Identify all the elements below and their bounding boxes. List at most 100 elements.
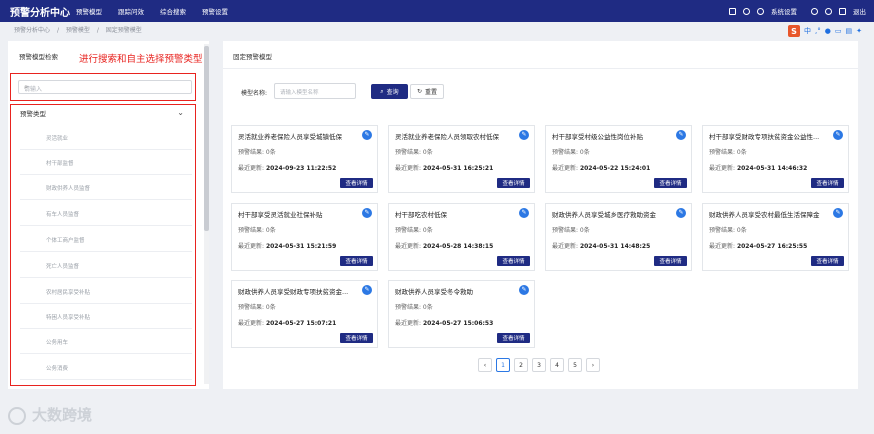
edit-icon[interactable]: ✎ xyxy=(519,285,529,295)
page-button-3[interactable]: 3 xyxy=(532,358,546,372)
sogou-icon[interactable]: S xyxy=(788,25,801,37)
card-updated-time: 2024-05-22 15:24:01 xyxy=(579,165,651,172)
model-name-label: 模型名称: xyxy=(241,90,268,97)
card-result: 预警结果: 0条 xyxy=(709,149,747,156)
lang-zh-icon[interactable]: 中 xyxy=(804,26,811,36)
page-button-5[interactable]: 5 xyxy=(568,358,582,372)
card-updated: 最近更新: 2024-05-31 15:21:59 xyxy=(238,241,336,250)
logout-icon[interactable] xyxy=(839,7,846,15)
tree-item[interactable]: 财政供养人员监督 xyxy=(20,178,192,200)
app-title: 预警分析中心 xyxy=(10,7,70,19)
skin-icon[interactable]: ▤ xyxy=(846,27,853,35)
edit-icon[interactable]: ✎ xyxy=(676,130,686,140)
view-detail-button[interactable]: 查看详情 xyxy=(497,256,530,266)
card-updated: 最近更新: 2024-05-27 16:25:55 xyxy=(709,241,807,250)
nav-item-warning-model[interactable]: 预警模型 xyxy=(76,6,102,16)
view-detail-button[interactable]: 查看详情 xyxy=(811,256,844,266)
view-detail-button[interactable]: 查看详情 xyxy=(497,178,530,188)
screen-icon[interactable] xyxy=(729,7,736,15)
punct-icon[interactable]: ,° xyxy=(815,27,821,35)
card-title: 村干部享受财政专项扶贫资金公益性... xyxy=(709,133,820,141)
pagination: ‹ 1 2 3 4 5 › xyxy=(478,358,604,372)
tree-item[interactable]: 死亡人员监督 xyxy=(20,256,192,278)
card-updated-label: 最近更新: xyxy=(395,320,422,327)
card-title: 灵活就业养老保险人员享受城镇低保 xyxy=(238,133,342,141)
nav-item-search[interactable]: 综合搜索 xyxy=(160,6,186,16)
view-detail-button[interactable]: 查看详情 xyxy=(340,333,373,343)
scrollbar-thumb[interactable] xyxy=(204,46,209,231)
card-result: 预警结果: 0条 xyxy=(552,227,590,234)
page-button-1[interactable]: 1 xyxy=(496,358,510,372)
card-updated-time: 2024-05-28 14:38:15 xyxy=(422,243,494,250)
breadcrumb-current: 固定预警模型 xyxy=(105,27,142,34)
nav-item-tracking[interactable]: 跟踪问效 xyxy=(118,6,144,16)
mic-icon[interactable]: ● xyxy=(825,27,831,35)
tree-item[interactable]: 灵活就业 xyxy=(20,128,192,150)
tree-item[interactable]: 农村居民享受补贴 xyxy=(20,282,192,304)
user-icon[interactable] xyxy=(825,7,832,15)
search-icon[interactable]: ⌕ xyxy=(24,83,187,92)
page-button-2[interactable]: 2 xyxy=(514,358,528,372)
bell-icon[interactable] xyxy=(811,7,818,15)
model-card: 灵活就业养老保险人员领取农村低保 ✎ 预警结果: 0条 最近更新: 2024-0… xyxy=(388,125,535,193)
system-settings-link[interactable]: 系统设置 xyxy=(771,6,797,16)
breadcrumb-home[interactable]: 预警分析中心 xyxy=(14,27,50,34)
view-detail-button[interactable]: 查看详情 xyxy=(340,256,373,266)
view-detail-button[interactable]: 查看详情 xyxy=(497,333,530,343)
card-updated-label: 最近更新: xyxy=(709,165,736,172)
edit-icon[interactable]: ✎ xyxy=(833,208,843,218)
card-updated-label: 最近更新: xyxy=(238,320,265,327)
card-result: 预警结果: 0条 xyxy=(395,227,433,234)
edit-icon[interactable]: ✎ xyxy=(362,130,372,140)
card-updated-label: 最近更新: xyxy=(395,165,422,172)
next-page-button[interactable]: › xyxy=(586,358,600,372)
tree-item[interactable]: 特困人员享受补贴 xyxy=(20,307,192,329)
tree-item[interactable]: 村干部监督 xyxy=(20,153,192,175)
nav-item-settings[interactable]: 预警设置 xyxy=(202,6,228,16)
tools-icon[interactable]: ✦ xyxy=(856,27,862,35)
card-updated: 最近更新: 2024-05-27 15:07:21 xyxy=(238,318,336,327)
breadcrumb-model[interactable]: 预警模型 xyxy=(66,27,90,34)
tree-item[interactable]: 个体工商户监督 xyxy=(20,230,192,252)
reset-button-label: 重置 xyxy=(425,89,438,96)
query-button-label: 查询 xyxy=(386,89,399,96)
edit-icon[interactable]: ✎ xyxy=(676,208,686,218)
search-input[interactable]: 请输入 ⌕ xyxy=(18,80,192,94)
edit-icon[interactable]: ✎ xyxy=(362,285,372,295)
edit-icon[interactable]: ✎ xyxy=(362,208,372,218)
card-result: 预警结果: 0条 xyxy=(238,304,276,311)
gear-icon[interactable] xyxy=(757,7,764,15)
model-name-input[interactable]: 请输入模型名称 xyxy=(274,83,356,99)
edit-icon[interactable]: ✎ xyxy=(833,130,843,140)
reset-button[interactable]: ↻ 重置 xyxy=(410,84,444,99)
tree-item[interactable]: 公务用车 xyxy=(20,332,192,354)
tree-item[interactable]: 有车人员监督 xyxy=(20,204,192,226)
page-button-4[interactable]: 4 xyxy=(550,358,564,372)
left-scrollbar[interactable] xyxy=(204,44,209,384)
left-panel-title: 预警模型检索 xyxy=(19,53,58,61)
card-updated: 最近更新: 2024-05-28 14:38:15 xyxy=(395,241,493,250)
clock-icon[interactable] xyxy=(743,7,750,15)
view-detail-button[interactable]: 查看详情 xyxy=(654,256,687,266)
logout-link[interactable]: 退出 xyxy=(853,6,866,16)
model-card: 财政供养人员享受财政专项扶贫资金... ✎ 预警结果: 0条 最近更新: 202… xyxy=(231,280,378,348)
card-result: 预警结果: 0条 xyxy=(552,149,590,156)
card-title: 财政供养人员享受农村最低生活保障金 xyxy=(709,211,820,219)
keyboard-icon[interactable]: ▭ xyxy=(835,27,842,35)
chevron-down-icon[interactable]: ⌄ xyxy=(177,108,184,117)
tree-header[interactable]: 预警类型 ⌄ xyxy=(20,108,190,122)
tree-item[interactable]: 公务消费 xyxy=(20,358,192,380)
top-right-tools: 系统设置 退出 xyxy=(729,0,866,22)
card-updated: 最近更新: 2024-05-22 15:24:01 xyxy=(552,163,650,172)
model-card: 财政供养人员享受冬令救助 ✎ 预警结果: 0条 最近更新: 2024-05-27… xyxy=(388,280,535,348)
card-updated-time: 2024-05-27 15:07:21 xyxy=(265,320,337,327)
view-detail-button[interactable]: 查看详情 xyxy=(811,178,844,188)
view-detail-button[interactable]: 查看详情 xyxy=(340,178,373,188)
prev-page-button[interactable]: ‹ xyxy=(478,358,492,372)
breadcrumb-sep: / xyxy=(96,27,99,34)
edit-icon[interactable]: ✎ xyxy=(519,208,529,218)
query-button[interactable]: ⌕ 查询 xyxy=(371,84,408,99)
view-detail-button[interactable]: 查看详情 xyxy=(654,178,687,188)
edit-icon[interactable]: ✎ xyxy=(519,130,529,140)
model-card: 村干部享受灵活就业社保补贴 ✎ 预警结果: 0条 最近更新: 2024-05-3… xyxy=(231,203,378,271)
